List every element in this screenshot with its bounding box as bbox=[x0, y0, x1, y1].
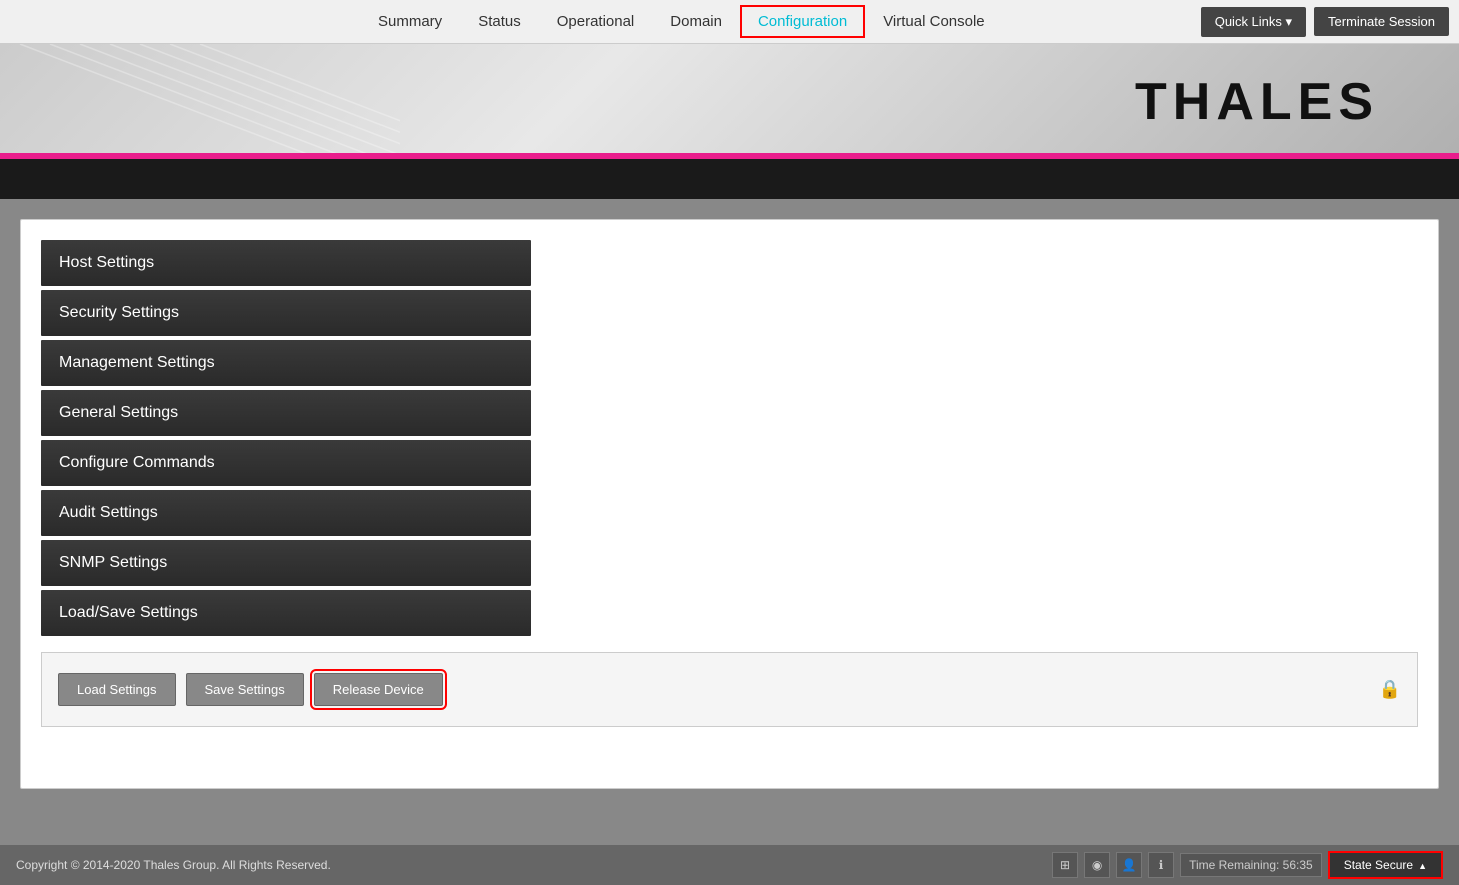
banner-decoration bbox=[0, 44, 400, 159]
footer-copyright: Copyright © 2014-2020 Thales Group. All … bbox=[16, 858, 331, 872]
save-settings-button[interactable]: Save Settings bbox=[186, 673, 304, 706]
nav-operational[interactable]: Operational bbox=[539, 5, 653, 38]
nav-virtual-console[interactable]: Virtual Console bbox=[865, 5, 1002, 38]
terminate-session-button[interactable]: Terminate Session bbox=[1314, 7, 1449, 36]
white-panel: Host Settings Security Settings Manageme… bbox=[20, 219, 1439, 789]
release-device-button[interactable]: Release Device bbox=[314, 673, 443, 706]
menu-configure-commands[interactable]: Configure Commands bbox=[41, 440, 531, 486]
menu-audit-settings[interactable]: Audit Settings bbox=[41, 490, 531, 536]
black-bar bbox=[0, 159, 1459, 199]
chevron-up-icon bbox=[1418, 858, 1427, 872]
menu-snmp-settings[interactable]: SNMP Settings bbox=[41, 540, 531, 586]
top-navigation: Summary Status Operational Domain Config… bbox=[0, 0, 1459, 44]
main-content: Host Settings Security Settings Manageme… bbox=[0, 199, 1459, 845]
actions-panel: Load Settings Save Settings Release Devi… bbox=[41, 652, 1418, 727]
state-secure-button[interactable]: State Secure bbox=[1328, 851, 1443, 879]
nav-links: Summary Status Operational Domain Config… bbox=[360, 5, 1003, 38]
footer-right: ⊞ ◉ 👤 ℹ Time Remaining: 56:35 State Secu… bbox=[1052, 851, 1443, 879]
thales-logo: THALES bbox=[1135, 72, 1379, 132]
quick-links-button[interactable]: Quick Links ▾ bbox=[1201, 7, 1306, 37]
menu-security-settings[interactable]: Security Settings bbox=[41, 290, 531, 336]
footer-circle-icon[interactable]: ◉ bbox=[1084, 852, 1110, 878]
state-label: State Secure bbox=[1344, 858, 1413, 872]
time-remaining-badge: Time Remaining: 56:35 bbox=[1180, 853, 1322, 877]
lock-icon: 🔒 bbox=[1379, 679, 1401, 700]
footer-info-icon[interactable]: ℹ bbox=[1148, 852, 1174, 878]
load-settings-button[interactable]: Load Settings bbox=[58, 673, 176, 706]
header-banner: THALES bbox=[0, 44, 1459, 159]
menu-management-settings[interactable]: Management Settings bbox=[41, 340, 531, 386]
menu-general-settings[interactable]: General Settings bbox=[41, 390, 531, 436]
nav-summary[interactable]: Summary bbox=[360, 5, 460, 38]
footer-grid-icon[interactable]: ⊞ bbox=[1052, 852, 1078, 878]
footer-person-icon[interactable]: 👤 bbox=[1116, 852, 1142, 878]
nav-domain[interactable]: Domain bbox=[652, 5, 740, 38]
nav-configuration[interactable]: Configuration bbox=[740, 5, 865, 38]
nav-status[interactable]: Status bbox=[460, 5, 539, 38]
nav-actions: Quick Links ▾ Terminate Session bbox=[1201, 7, 1449, 37]
menu-host-settings[interactable]: Host Settings bbox=[41, 240, 531, 286]
sidebar-menu: Host Settings Security Settings Manageme… bbox=[41, 240, 531, 636]
footer: Copyright © 2014-2020 Thales Group. All … bbox=[0, 845, 1459, 885]
menu-load-save-settings[interactable]: Load/Save Settings bbox=[41, 590, 531, 636]
